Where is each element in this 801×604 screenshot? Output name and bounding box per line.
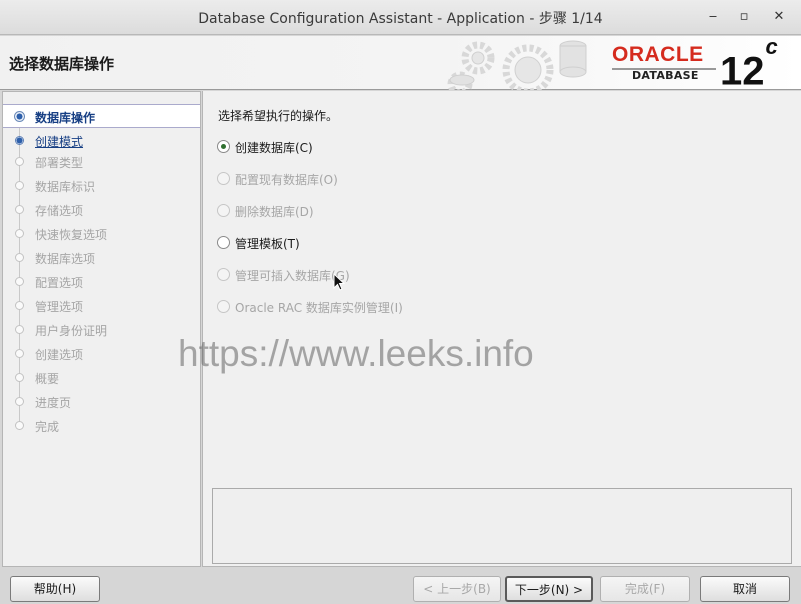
nav-step-finish: 完成	[3, 414, 200, 438]
nav-step-label: 数据库选项	[35, 252, 96, 266]
operation-prompt: 选择希望执行的操作。	[218, 109, 339, 123]
mouse-cursor-icon	[333, 273, 345, 291]
nav-step-progress: 进度页	[3, 390, 200, 414]
nav-step-label: 用户身份证明	[35, 324, 108, 338]
version-number: 12	[720, 49, 765, 94]
nav-step-label: 数据库操作	[35, 111, 96, 125]
version-suffix: c	[765, 34, 778, 59]
page-header: 选择数据库操作 ORACLE DATABASE	[0, 36, 801, 90]
window-title-bar: Database Configuration Assistant - Appli…	[0, 0, 801, 35]
radio-icon[interactable]	[217, 236, 230, 249]
nav-step-storage-option: 存储选项	[3, 198, 200, 222]
radio-icon	[217, 172, 230, 185]
oracle-wordmark: ORACLE	[612, 43, 704, 66]
nav-step-label: 部署类型	[35, 156, 84, 170]
back-button[interactable]: < 上一步(B)	[413, 576, 501, 602]
option-label: 配置现有数据库(O)	[235, 173, 338, 187]
nav-step-summary: 概要	[3, 366, 200, 390]
nav-step-label: 配置选项	[35, 276, 84, 290]
radio-selected-icon[interactable]	[217, 140, 230, 153]
radio-icon	[217, 204, 230, 217]
step-pending-icon	[15, 325, 24, 334]
step-pending-icon	[15, 373, 24, 382]
step-navigation: 数据库操作 创建模式 部署类型 数据库标识 存储选项 快速恢复选项 数据库选项 …	[2, 91, 201, 567]
nav-step-label: 快速恢复选项	[35, 228, 108, 242]
step-pending-icon	[15, 253, 24, 262]
main-content-panel: 选择希望执行的操作。 创建数据库(C) 配置现有数据库(O) 删除数据库(D) …	[202, 91, 801, 567]
nav-step-label: 管理选项	[35, 300, 84, 314]
nav-step-label: 数据库标识	[35, 180, 96, 194]
option-label[interactable]: 创建数据库(C)	[235, 139, 313, 156]
minimize-icon[interactable]: ‒	[704, 8, 722, 26]
nav-step-database-identification: 数据库标识	[3, 174, 200, 198]
step-pending-icon	[15, 301, 24, 310]
radio-icon	[217, 268, 230, 281]
option-label: 删除数据库(D)	[235, 205, 314, 219]
step-next-icon	[15, 136, 24, 145]
radio-icon	[217, 300, 230, 313]
nav-step-fast-recovery: 快速恢复选项	[3, 222, 200, 246]
cancel-button[interactable]: 取消	[700, 576, 790, 602]
nav-step-label: 完成	[35, 420, 60, 434]
details-pane	[212, 488, 792, 564]
step-pending-icon	[15, 205, 24, 214]
database-wordmark: DATABASE	[632, 69, 699, 82]
step-pending-icon	[15, 349, 24, 358]
option-label[interactable]: 管理模板(T)	[235, 235, 300, 252]
step-current-icon	[14, 111, 25, 122]
close-icon[interactable]: ✕	[770, 8, 788, 26]
help-button[interactable]: 帮助(H)	[10, 576, 100, 602]
nav-step-label: 创建选项	[35, 348, 84, 362]
oracle-logo: ORACLE DATABASE	[612, 43, 718, 83]
step-pending-icon	[15, 421, 24, 430]
nav-step-creation-options: 创建选项	[3, 342, 200, 366]
nav-step-database-operation[interactable]: 数据库操作	[3, 104, 200, 128]
watermark-text: https://www.leeks.info	[178, 333, 534, 374]
nav-step-label: 存储选项	[35, 204, 84, 218]
nav-step-deployment-type: 部署类型	[3, 150, 200, 174]
nav-step-configuration-options: 配置选项	[3, 270, 200, 294]
next-button[interactable]: 下一步(N) >	[505, 576, 593, 602]
gears-graphic	[447, 40, 587, 90]
nav-step-label: 概要	[35, 372, 60, 386]
nav-step-management-options: 管理选项	[3, 294, 200, 318]
step-pending-icon	[15, 181, 24, 190]
step-pending-icon	[15, 157, 24, 166]
nav-step-user-credentials: 用户身份证明	[3, 318, 200, 342]
nav-step-database-options: 数据库选项	[3, 246, 200, 270]
finish-button[interactable]: 完成(F)	[600, 576, 690, 602]
option-label: Oracle RAC 数据库实例管理(I)	[235, 301, 403, 315]
step-pending-icon	[15, 277, 24, 286]
nav-step-label: 进度页	[35, 396, 72, 410]
window-title: Database Configuration Assistant - Appli…	[198, 11, 603, 27]
maximize-icon[interactable]: ▫	[735, 8, 753, 26]
version-logo: 12c	[720, 34, 778, 98]
step-pending-icon	[15, 397, 24, 406]
page-title: 选择数据库操作	[9, 55, 115, 73]
nav-step-label: 创建模式	[35, 135, 84, 149]
step-pending-icon	[15, 229, 24, 238]
